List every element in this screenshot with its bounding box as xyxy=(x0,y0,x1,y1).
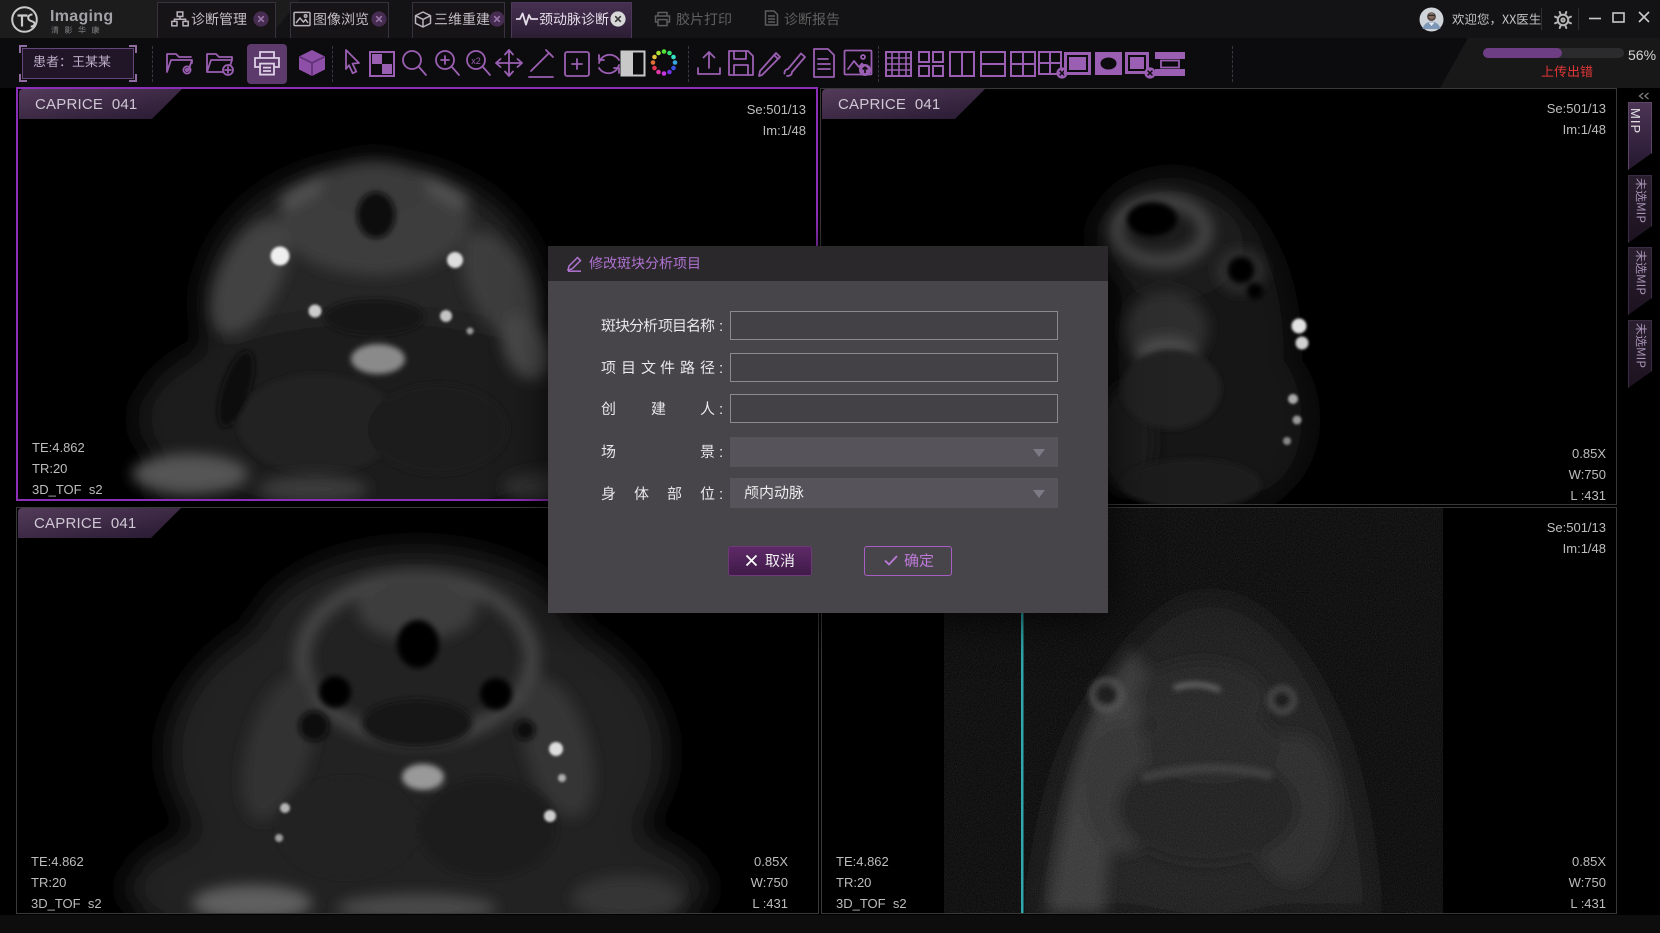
svg-text:x2: x2 xyxy=(471,56,481,66)
